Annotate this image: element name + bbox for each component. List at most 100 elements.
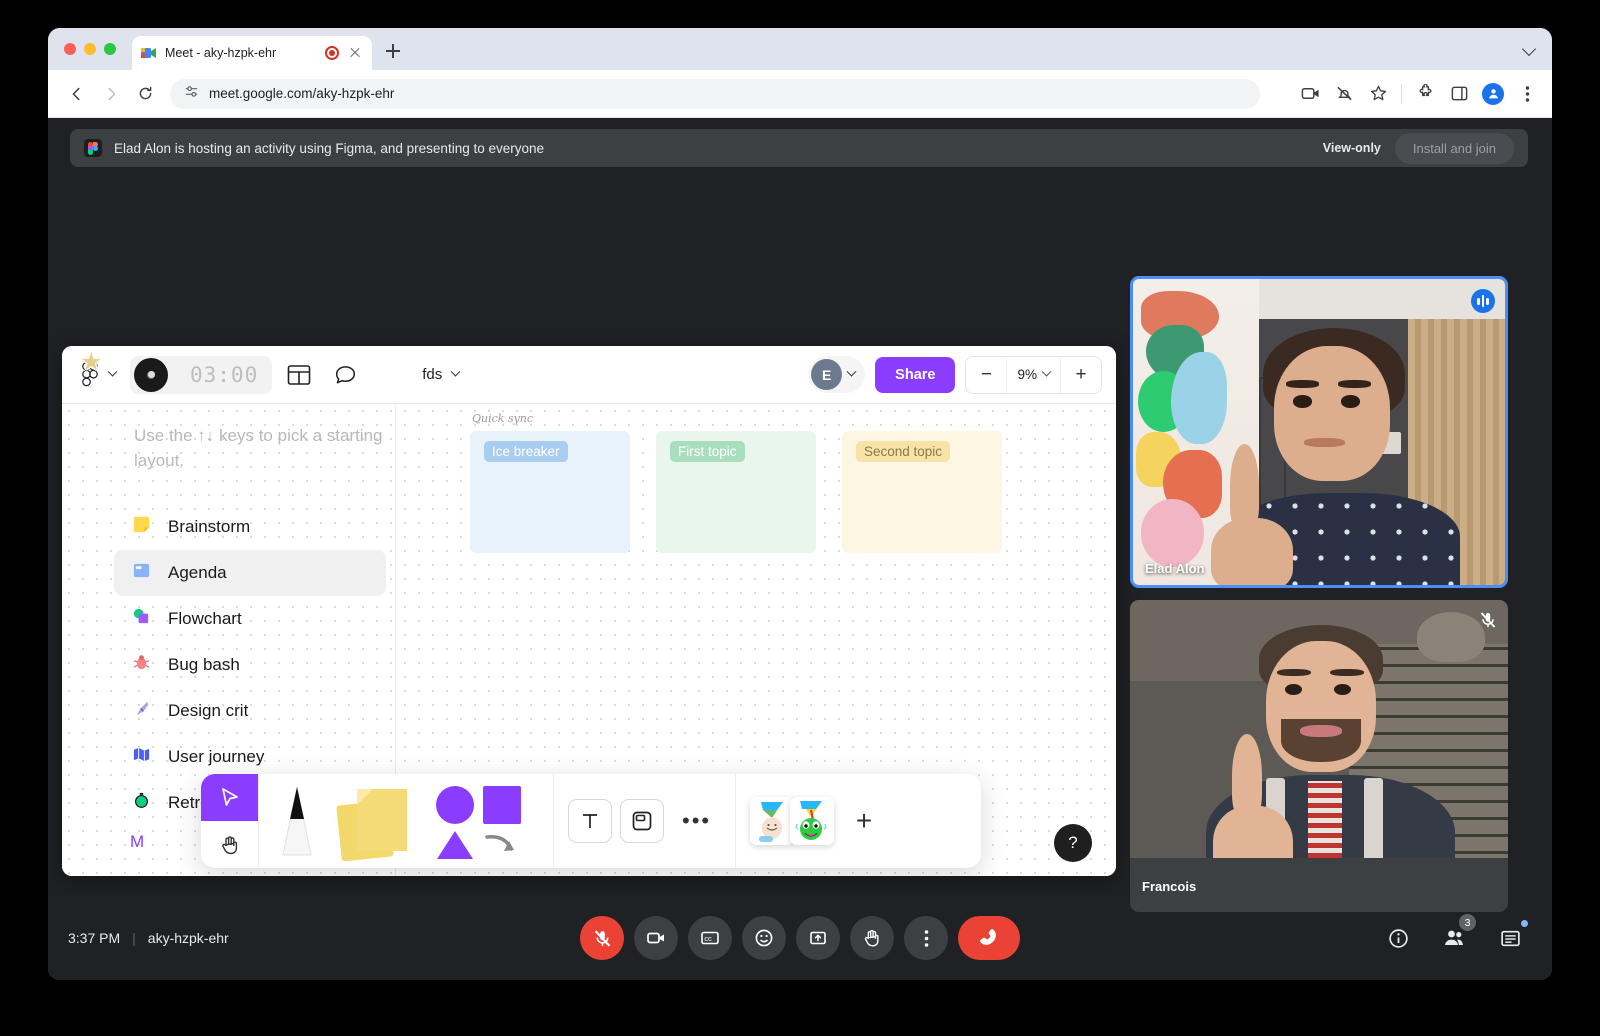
zoom-out-button[interactable]: − — [966, 357, 1006, 393]
chevron-down-icon — [107, 366, 118, 377]
notifications-off-icon[interactable] — [1333, 83, 1355, 105]
notification-message: Elad Alon is hosting an activity using F… — [114, 140, 545, 156]
layout-item-design-crit[interactable]: Design crit — [114, 688, 386, 734]
star-sticker-icon: ★ — [80, 348, 103, 376]
participant-tile-francois[interactable]: Francois — [1130, 600, 1508, 912]
bug-icon — [130, 653, 152, 678]
activity-notification-bar: Elad Alon is hosting an activity using F… — [70, 129, 1528, 167]
install-and-join-button[interactable]: Install and join — [1394, 132, 1514, 164]
hand-pan-icon[interactable] — [201, 821, 258, 868]
camera-toggle[interactable] — [634, 916, 678, 960]
file-name-button[interactable]: fds — [422, 366, 461, 383]
layout-item-label: Design crit — [168, 701, 249, 720]
layout-item-label: User journey — [168, 747, 265, 766]
chevron-down-icon — [1041, 366, 1052, 377]
mic-off-icon — [1478, 610, 1498, 635]
raise-hand[interactable] — [850, 916, 894, 960]
speaking-indicator-icon — [1471, 289, 1495, 313]
stickers-group: + — [736, 774, 900, 868]
layout-item-agenda[interactable]: Agenda — [114, 550, 386, 596]
layout-item-flowchart[interactable]: Flowchart — [114, 596, 386, 642]
sticky-notes-icon[interactable] — [333, 781, 421, 862]
layout-item-bug-bash[interactable]: Bug bash — [114, 642, 386, 688]
board-column-first-topic[interactable]: First topic — [656, 431, 816, 553]
text-tool-icon[interactable] — [568, 799, 612, 843]
recording-icon[interactable] — [325, 46, 339, 60]
board-column-ice-breaker[interactable]: Ice breaker — [470, 431, 630, 553]
figma-tools-toolbar: ••• + — [201, 774, 981, 868]
shapes-icon[interactable] — [429, 781, 539, 861]
activity-timer[interactable]: ★ 03:00 — [80, 350, 273, 394]
zoom-level-button[interactable]: 9% — [1006, 356, 1061, 393]
profile-icon[interactable] — [1482, 82, 1504, 105]
participant-tile-elad-alon[interactable]: Elad Alon — [1130, 276, 1508, 588]
help-button[interactable]: ? — [1054, 824, 1092, 862]
emoji-reactions[interactable] — [742, 916, 786, 960]
layout-item-brainstorm[interactable]: Brainstorm — [114, 504, 386, 550]
participant-name: Elad Alon — [1145, 561, 1205, 576]
meet-icon — [141, 46, 157, 60]
video-stream — [1133, 279, 1505, 585]
close-icon[interactable] — [347, 45, 363, 61]
more-tools-icon[interactable]: ••• — [672, 808, 721, 834]
avatar: E — [811, 359, 843, 390]
pen-nib-icon — [130, 699, 152, 724]
back-arrow-icon[interactable] — [62, 79, 92, 109]
drawing-tools — [259, 774, 554, 868]
figma-canvas[interactable]: Use the ↑↓ keys to pick a starting layou… — [62, 404, 1116, 876]
pen-tool-icon[interactable] — [273, 781, 325, 861]
captions-toggle[interactable]: cc — [688, 916, 732, 960]
party-face-sticker[interactable] — [750, 797, 795, 845]
screen-share-icon[interactable] — [1299, 83, 1321, 105]
forward-arrow-icon[interactable] — [96, 79, 126, 109]
stopwatch-icon — [130, 791, 152, 816]
meeting-time: 3:37 PM — [68, 930, 121, 946]
frame-tool-icon[interactable] — [620, 799, 664, 843]
leave-call[interactable] — [958, 916, 1020, 960]
board-column-label: First topic — [670, 441, 745, 462]
zoom-controls: − 9% + — [965, 355, 1102, 394]
party-monster-sticker[interactable] — [790, 797, 835, 845]
share-button[interactable]: Share — [875, 356, 956, 393]
meeting-details[interactable] — [1378, 918, 1418, 958]
side-panel-icon[interactable] — [1448, 83, 1470, 105]
chevron-down-icon — [846, 366, 857, 377]
present-screen[interactable] — [796, 916, 840, 960]
chevron-down-icon[interactable] — [1521, 41, 1537, 57]
board-column-second-topic[interactable]: Second topic — [842, 431, 1002, 553]
call-controls: cc — [580, 916, 1020, 960]
board-column-label: Second topic — [856, 441, 951, 462]
minimize-window-button[interactable] — [84, 43, 96, 55]
collaborators-chip[interactable]: E — [808, 356, 866, 393]
bookmark-star-icon[interactable] — [1367, 83, 1389, 105]
add-sticker-icon[interactable]: + — [842, 799, 886, 843]
new-tab-icon[interactable] — [382, 40, 404, 62]
flowchart-icon — [130, 607, 152, 632]
layout-item-label: Brainstorm — [168, 517, 251, 536]
notification-actions: View-only Install and join — [1323, 132, 1514, 164]
cursor-arrow-icon[interactable] — [201, 774, 258, 821]
browser-omnibar: meet.google.com/aky-hzpk-ehr — [48, 70, 1552, 118]
address-bar[interactable]: meet.google.com/aky-hzpk-ehr — [170, 78, 1260, 109]
music-disc-icon — [134, 357, 168, 392]
participants-panel[interactable]: 3 — [1434, 914, 1476, 958]
browser-tab[interactable]: Meet - aky-hzpk-ehr — [132, 36, 372, 70]
reload-icon[interactable] — [130, 79, 160, 109]
microphone-toggle[interactable] — [580, 916, 624, 960]
file-name-label: fds — [422, 366, 443, 383]
more-menu-icon[interactable] — [1516, 83, 1538, 105]
site-settings-icon[interactable] — [184, 84, 199, 104]
zoom-in-button[interactable]: + — [1061, 357, 1101, 393]
chat-panel[interactable] — [1490, 918, 1530, 958]
board-columns: Ice breaker First topic Second topic — [470, 431, 1002, 553]
more-options[interactable] — [904, 916, 948, 960]
close-window-button[interactable] — [64, 43, 76, 55]
board-title: Quick sync — [472, 412, 534, 425]
extensions-icon[interactable] — [1414, 83, 1436, 105]
maximize-window-button[interactable] — [104, 43, 116, 55]
layout-item-label: Flowchart — [168, 609, 242, 628]
layout-item-label: Bug bash — [168, 655, 240, 674]
layout-panel-icon[interactable] — [280, 356, 318, 394]
figma-toolbar: ★ 03:00 fds E Share − 9% + — [62, 346, 1116, 404]
comment-bubble-icon[interactable] — [326, 356, 364, 394]
